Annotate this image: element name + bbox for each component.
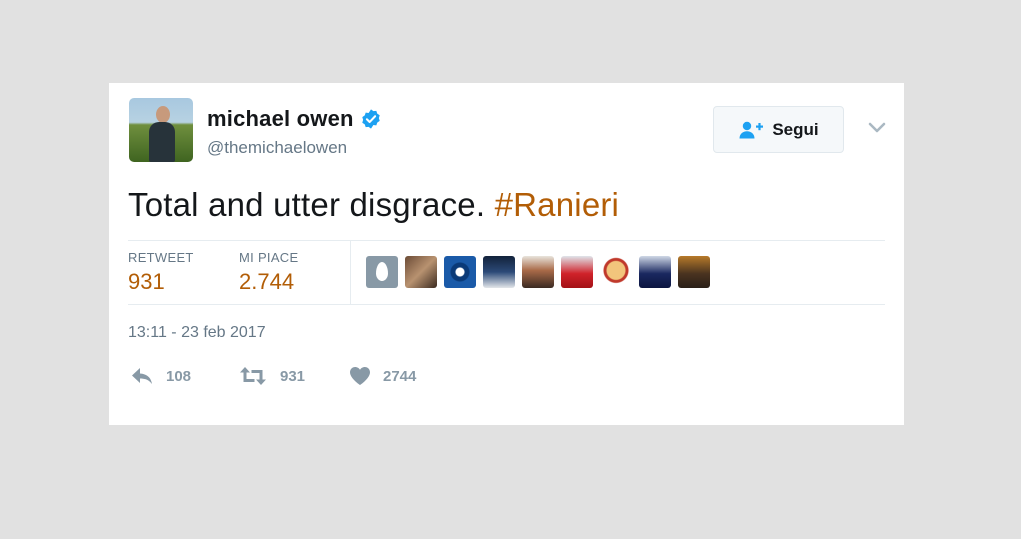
liker-avatar[interactable]: [444, 256, 476, 288]
avatar[interactable]: [129, 98, 193, 162]
retweet-stat-label: RETWEET: [128, 250, 194, 265]
stats-divider: [350, 241, 351, 304]
chevron-down-icon[interactable]: [867, 121, 887, 135]
follow-person-plus-icon: [739, 121, 764, 138]
retweet-button[interactable]: 931: [238, 366, 349, 386]
liker-avatar[interactable]: [561, 256, 593, 288]
tweet-timestamp[interactable]: 13:11 - 23 feb 2017: [128, 324, 266, 342]
verified-badge-icon: [361, 109, 380, 129]
follow-button-label: Segui: [772, 119, 819, 139]
reply-button[interactable]: 108: [130, 366, 238, 386]
retweet-icon: [240, 367, 266, 385]
likes-stat-value: 2.744: [239, 269, 295, 294]
retweet-count: 931: [280, 367, 306, 385]
liker-avatar[interactable]: [405, 256, 437, 288]
tweet-card: michael owen @themichaelowen Segui Total…: [109, 83, 904, 425]
liker-avatar[interactable]: [483, 256, 515, 288]
reply-icon: [132, 368, 152, 384]
liker-avatars: [366, 256, 717, 288]
heart-icon: [350, 367, 370, 385]
hashtag-link[interactable]: #Ranieri: [495, 186, 620, 223]
tweet-body: Total and utter disgrace.: [128, 186, 486, 223]
follow-button[interactable]: Segui: [713, 106, 844, 153]
user-handle[interactable]: @themichaelowen: [207, 138, 347, 158]
reply-count: 108: [166, 367, 192, 385]
retweet-stat-value: 931: [128, 269, 165, 294]
avatar-body: [149, 122, 175, 162]
user-name[interactable]: michael owen: [207, 106, 354, 132]
like-button[interactable]: 2744: [349, 366, 416, 386]
likes-stat[interactable]: MI PIACE 2.744: [239, 250, 298, 295]
liker-avatar[interactable]: [639, 256, 671, 288]
liker-avatar[interactable]: [678, 256, 710, 288]
name-row: michael owen: [207, 106, 382, 132]
likes-stat-label: MI PIACE: [239, 250, 299, 265]
tweet-text: Total and utter disgrace. #Ranieri: [128, 186, 619, 224]
retweet-stat[interactable]: RETWEET 931: [128, 250, 194, 295]
liker-avatar[interactable]: [366, 256, 398, 288]
tweet-stats: RETWEET 931 MI PIACE 2.744: [128, 240, 885, 305]
like-count: 2744: [383, 367, 417, 385]
avatar-head: [156, 106, 170, 123]
tweet-actions: 108 931 2744: [130, 366, 416, 386]
liker-avatar[interactable]: [522, 256, 554, 288]
liker-avatar[interactable]: [600, 256, 632, 288]
